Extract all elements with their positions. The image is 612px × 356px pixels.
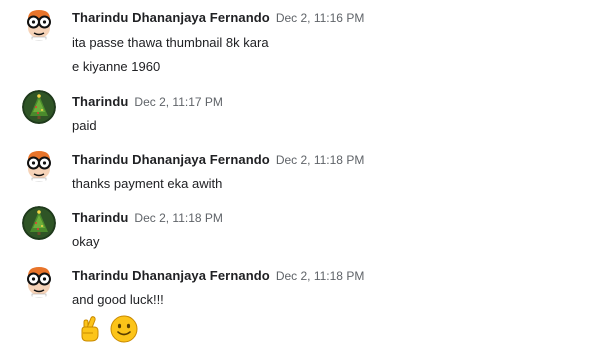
sender-avatar[interactable] [22,7,56,41]
slightly-smiling-face-emoji-icon [110,315,138,343]
timestamp: Dec 2, 11:18 PM [275,269,365,283]
timestamp: Dec 2, 11:18 PM [275,153,365,167]
sender-name[interactable]: Tharindu [72,210,128,225]
dexter-avatar-icon [22,264,56,298]
sender-avatar[interactable] [22,90,56,124]
message-text: thanks payment eka awith [72,176,223,191]
sender-avatar[interactable] [22,264,56,298]
message-text: and good luck!!! [72,292,164,307]
message-header: Tharindu Dec 2, 11:18 PM [72,209,223,227]
dexter-avatar-icon [22,7,56,41]
sender-avatar[interactable] [22,206,56,240]
message-header: Tharindu Dec 2, 11:17 PM [72,93,223,111]
sender-avatar[interactable] [22,148,56,182]
dexter-avatar-icon [22,148,56,182]
message-header: Tharindu Dhananjaya Fernando Dec 2, 11:16… [72,9,364,27]
sender-name[interactable]: Tharindu Dhananjaya Fernando [72,268,270,283]
sender-name[interactable]: Tharindu Dhananjaya Fernando [72,10,270,25]
christmas-tree-avatar-icon [22,90,56,124]
message-text: okay [72,234,100,249]
message-text: ita passe thawa thumbnail 8k kara [72,35,269,50]
sender-name[interactable]: Tharindu [72,94,128,109]
message-text: e kiyanne 1960 [72,59,161,74]
timestamp: Dec 2, 11:18 PM [134,211,223,225]
message-text: paid [72,118,97,133]
crossed-fingers-emoji-icon [81,316,99,342]
timestamp: Dec 2, 11:17 PM [134,95,223,109]
christmas-tree-avatar-icon [22,206,56,240]
message-header: Tharindu Dhananjaya Fernando Dec 2, 11:18… [72,267,364,285]
emoji-row [75,314,139,344]
timestamp: Dec 2, 11:16 PM [275,11,365,25]
message-header: Tharindu Dhananjaya Fernando Dec 2, 11:18… [72,151,364,169]
sender-name[interactable]: Tharindu Dhananjaya Fernando [72,152,270,167]
